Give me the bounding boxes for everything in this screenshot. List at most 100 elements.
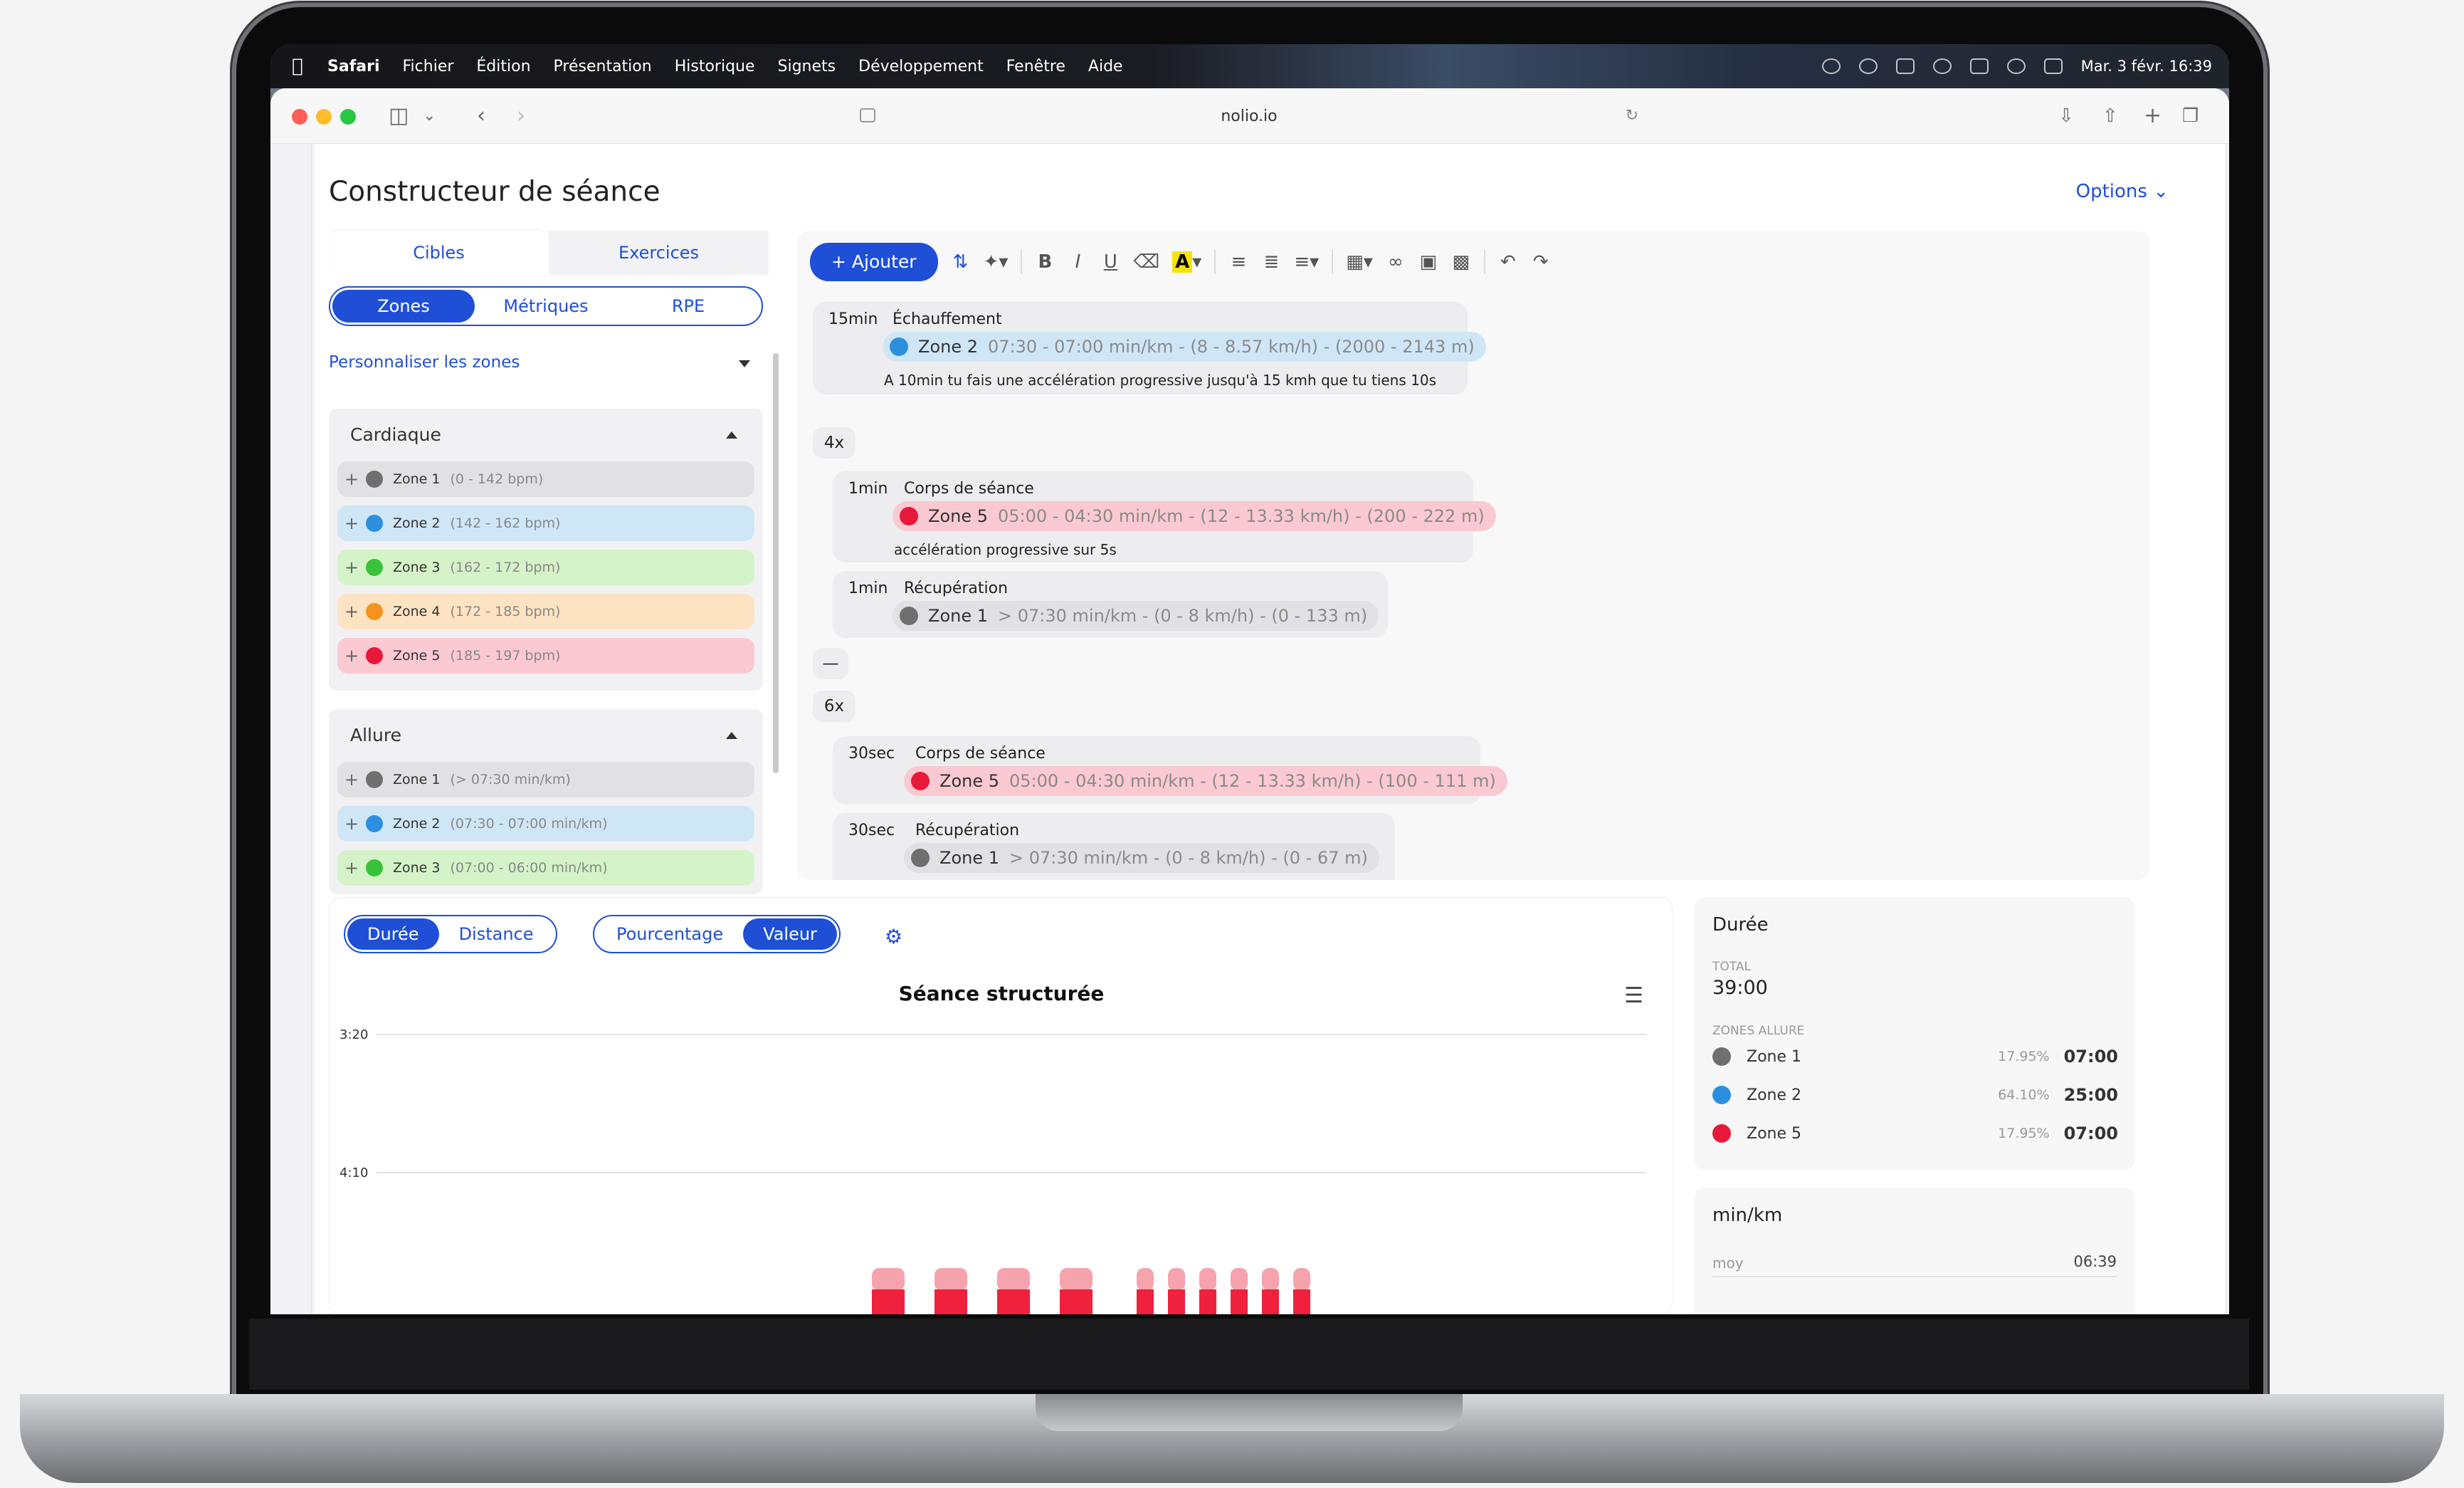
zone-pill[interactable]: Zone 5 05:00 - 04:30 min/km - (12 - 13.3… <box>893 501 1496 531</box>
menu-aide[interactable]: Aide <box>1088 58 1123 75</box>
segment-rpe[interactable]: RPE <box>617 290 759 323</box>
table-icon[interactable]: ▦▾ <box>1346 251 1373 273</box>
zone-row[interactable]: + Zone 4 (172 - 185 bpm) <box>337 594 754 629</box>
bar[interactable] <box>1060 1289 1093 1314</box>
bar-cap[interactable] <box>934 1268 967 1291</box>
bar-cap[interactable] <box>1137 1268 1154 1291</box>
align-icon[interactable]: ≡▾ <box>1294 251 1319 273</box>
toggle-distance[interactable]: Distance <box>439 918 554 950</box>
repeat-count[interactable]: 4x <box>813 427 855 459</box>
address-bar[interactable]: nolio.io ↻ <box>847 98 1651 134</box>
time-machine-icon[interactable] <box>1932 58 1952 74</box>
share-icon[interactable]: ⇧ <box>2102 104 2118 128</box>
options-dropdown[interactable]: Options ⌄ <box>2076 181 2169 202</box>
add-icon[interactable]: + <box>337 858 366 878</box>
toggle-duree[interactable]: Durée <box>347 918 439 950</box>
undo-icon[interactable]: ↶ <box>1498 251 1518 273</box>
zoom-window-button[interactable] <box>340 109 356 125</box>
add-icon[interactable]: + <box>337 602 366 622</box>
underline-icon[interactable]: U <box>1100 251 1120 273</box>
step-warmup[interactable]: 15min Échauffement Zone 2 07:30 - 07:00 … <box>813 302 1486 394</box>
zone-pill[interactable]: Zone 1 > 07:30 min/km - (0 - 8 km/h) - (… <box>893 601 1379 631</box>
menu-historique[interactable]: Historique <box>675 58 755 75</box>
add-icon[interactable]: + <box>337 469 366 489</box>
zone-row[interactable]: + Zone 1 (> 07:30 min/km) <box>337 762 754 797</box>
bar[interactable] <box>1293 1289 1310 1314</box>
step-recovery[interactable]: 30sec Récupération Zone 1 > 07:30 min/km… <box>833 813 1395 880</box>
bar-cap[interactable] <box>1060 1268 1093 1291</box>
reload-icon[interactable]: ↻ <box>1626 107 1638 125</box>
customize-zones-link[interactable]: Personnaliser les zones <box>329 353 520 372</box>
bar[interactable] <box>934 1289 967 1314</box>
add-button[interactable]: + Ajouter <box>810 243 938 281</box>
link-icon[interactable]: ∞ <box>1386 251 1406 273</box>
bar[interactable] <box>1199 1289 1216 1314</box>
bar[interactable] <box>997 1289 1030 1314</box>
headphones-icon[interactable] <box>1858 58 1878 74</box>
step-work[interactable]: 30sec Corps de séance Zone 5 05:00 - 04:… <box>833 736 1507 805</box>
tab-cibles[interactable]: Cibles <box>329 231 549 275</box>
forward-icon[interactable]: › <box>517 104 525 128</box>
close-window-button[interactable] <box>292 109 307 125</box>
back-icon[interactable]: ‹ <box>477 104 485 128</box>
toggle-valeur[interactable]: Valeur <box>743 918 837 950</box>
add-icon[interactable]: + <box>337 770 366 790</box>
segment-metriques[interactable]: Métriques <box>475 290 617 323</box>
magic-wand-icon[interactable]: ✦▾ <box>984 251 1009 273</box>
menu-signets[interactable]: Signets <box>778 58 836 75</box>
zone-row[interactable]: + Zone 2 (07:30 - 07:00 min/km) <box>337 806 754 842</box>
repeat-icon[interactable]: ⇅ <box>951 251 971 273</box>
highlight-icon[interactable]: A <box>1172 251 1193 273</box>
bar[interactable] <box>1262 1289 1279 1314</box>
new-tab-icon[interactable]: + <box>2144 104 2162 128</box>
bar[interactable] <box>1137 1289 1154 1314</box>
bar[interactable] <box>1168 1289 1185 1314</box>
zone-row[interactable]: + Zone 5 (185 - 197 bpm) <box>337 638 754 674</box>
minimize-window-button[interactable] <box>316 109 332 125</box>
video-icon[interactable]: ▩ <box>1451 251 1471 273</box>
caret-up-icon[interactable] <box>726 431 737 439</box>
redo-icon[interactable]: ↷ <box>1531 251 1551 273</box>
menu-developpement[interactable]: Développement <box>858 58 984 75</box>
segment-zones[interactable]: Zones <box>332 290 475 323</box>
bar[interactable] <box>872 1289 905 1314</box>
numbered-list-icon[interactable]: ≣ <box>1261 251 1281 273</box>
sidebar-icon[interactable]: ◫ <box>389 104 409 128</box>
step-work[interactable]: 1min Corps de séance Zone 5 05:00 - 04:3… <box>833 471 1496 562</box>
chevron-down-icon[interactable]: ⌄ <box>423 104 436 128</box>
eraser-icon[interactable]: ⌫ <box>1133 251 1159 273</box>
zone-pill[interactable]: Zone 1 > 07:30 min/km - (0 - 8 km/h) - (… <box>904 843 1379 873</box>
menubar-datetime[interactable]: Mar. 3 févr. 16:39 <box>2081 58 2212 75</box>
add-icon[interactable]: + <box>337 557 366 577</box>
menu-presentation[interactable]: Présentation <box>554 58 652 75</box>
battery-icon[interactable] <box>1969 58 1989 74</box>
menu-app[interactable]: Safari <box>327 58 380 75</box>
add-icon[interactable]: + <box>337 513 366 533</box>
menu-edition[interactable]: Édition <box>476 58 530 75</box>
separator[interactable]: — <box>813 648 848 679</box>
tab-overview-icon[interactable]: ❐ <box>2182 104 2199 128</box>
zone-pill[interactable]: Zone 5 05:00 - 04:30 min/km - (12 - 13.3… <box>904 766 1507 796</box>
zone-pill[interactable]: Zone 2 07:30 - 07:00 min/km - (8 - 8.57 … <box>883 332 1486 362</box>
repeat-count[interactable]: 6x <box>813 691 855 722</box>
bar-cap[interactable] <box>872 1268 905 1291</box>
italic-icon[interactable]: I <box>1068 251 1088 273</box>
caret-down-icon[interactable] <box>739 360 750 367</box>
step-recovery[interactable]: 1min Récupération Zone 1 > 07:30 min/km … <box>833 571 1388 638</box>
tab-exercices[interactable]: Exercices <box>549 231 769 275</box>
bar-cap[interactable] <box>1168 1268 1185 1291</box>
add-icon[interactable]: + <box>337 814 366 834</box>
bar-cap[interactable] <box>1199 1268 1216 1291</box>
bold-icon[interactable]: B <box>1035 251 1055 273</box>
bar-cap[interactable] <box>1293 1268 1310 1291</box>
downloads-icon[interactable]: ⇩ <box>2058 104 2074 128</box>
menu-fichier[interactable]: Fichier <box>403 58 454 75</box>
display-icon[interactable] <box>1895 58 1915 74</box>
zone-row[interactable]: + Zone 1 (0 - 142 bpm) <box>337 461 754 497</box>
add-icon[interactable]: + <box>337 646 366 666</box>
bar[interactable] <box>1231 1289 1248 1314</box>
settings-sliders-icon[interactable]: ⚙ <box>885 925 902 948</box>
bar-cap[interactable] <box>997 1268 1030 1291</box>
toggle-pourcentage[interactable]: Pourcentage <box>596 918 743 950</box>
zone-row[interactable]: + Zone 2 (142 - 162 bpm) <box>337 505 754 541</box>
